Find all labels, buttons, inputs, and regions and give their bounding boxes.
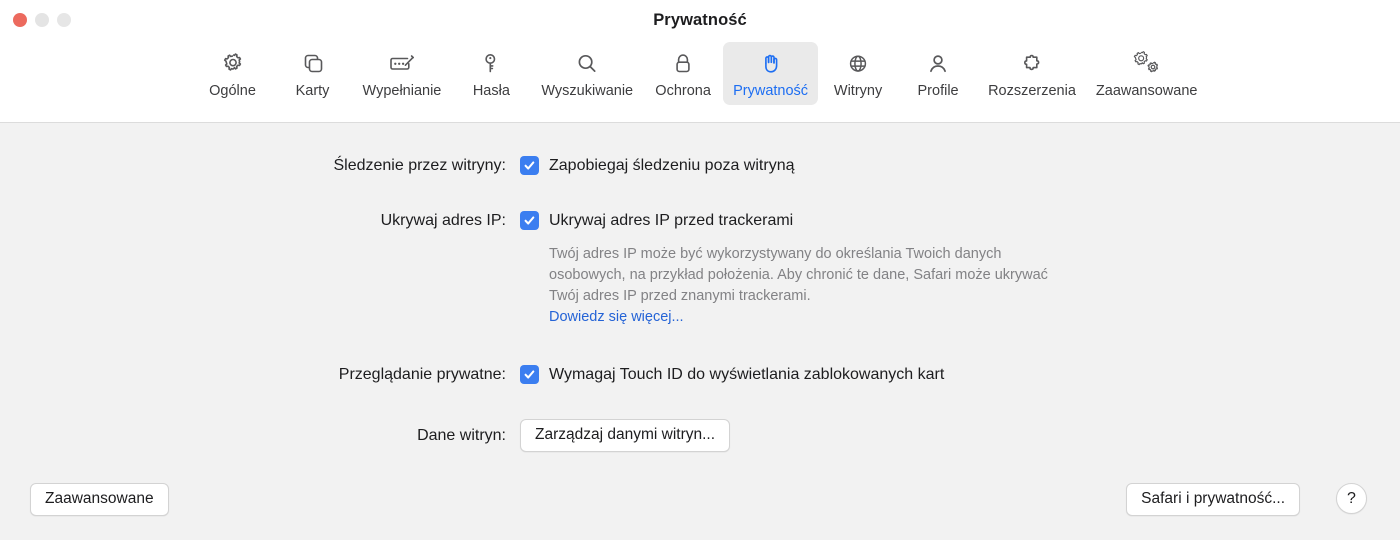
hide-ip-checkbox-label: Ukrywaj adres IP przed trackerami bbox=[549, 212, 794, 229]
setting-row-tracking: Śledzenie przez witryny: Zapobiegaj śled… bbox=[295, 156, 794, 176]
preferences-window: Prywatność Ogólne Karty Wypełnianie Hasł… bbox=[0, 0, 1400, 540]
hide-ip-label: Ukrywaj adres IP: bbox=[380, 212, 506, 229]
hand-icon bbox=[758, 48, 784, 80]
setting-row-private-browsing: Przeglądanie prywatne: Wymagaj Touch ID … bbox=[295, 365, 944, 385]
tab-witryny[interactable]: Witryny bbox=[818, 42, 898, 105]
tab-label: Karty bbox=[295, 83, 330, 99]
setting-row-hide-ip: Ukrywaj adres IP: Ukrywaj adres IP przed… bbox=[295, 211, 1069, 328]
tab-zaawansowane[interactable]: Zaawansowane bbox=[1086, 42, 1208, 105]
tracking-checkbox[interactable] bbox=[520, 156, 539, 175]
tab-label: Wypełnianie bbox=[362, 83, 442, 99]
privacy-settings-panel: Śledzenie przez witryny: Zapobiegaj śled… bbox=[0, 123, 1400, 540]
tab-label: Wyszukiwanie bbox=[541, 83, 634, 99]
preferences-toolbar: Ogólne Karty Wypełnianie Hasła Wyszukiwa… bbox=[0, 40, 1400, 123]
learn-more-link[interactable]: Dowiedz się więcej... bbox=[549, 307, 684, 328]
manage-site-data-button[interactable]: Zarządzaj danymi witryn... bbox=[520, 419, 731, 452]
tab-label: Prywatność bbox=[733, 83, 809, 99]
tab-label: Ochrona bbox=[655, 83, 711, 99]
key-icon bbox=[478, 48, 504, 80]
minimize-button[interactable] bbox=[35, 13, 49, 27]
hide-ip-description: Twój adres IP może być wykorzystywany do… bbox=[549, 246, 1048, 304]
tab-label: Zaawansowane bbox=[1095, 83, 1198, 99]
setting-row-site-data: Dane witryn: Zarządzaj danymi witryn... bbox=[295, 419, 731, 452]
tab-rozszerzenia[interactable]: Rozszerzenia bbox=[978, 42, 1086, 105]
tab-wyszukiwanie[interactable]: Wyszukiwanie bbox=[531, 42, 643, 105]
zoom-button[interactable] bbox=[57, 13, 71, 27]
puzzle-icon bbox=[1018, 48, 1046, 80]
traffic-lights bbox=[13, 13, 71, 27]
tab-label: Rozszerzenia bbox=[988, 83, 1076, 99]
tab-prywatnosc[interactable]: Prywatność bbox=[723, 42, 819, 105]
lock-icon bbox=[670, 48, 696, 80]
safari-privacy-button[interactable]: Safari i prywatność... bbox=[1126, 483, 1300, 516]
tab-profile[interactable]: Profile bbox=[898, 42, 978, 105]
tab-karty[interactable]: Karty bbox=[273, 42, 353, 105]
page-title: Prywatność bbox=[653, 10, 747, 29]
tracking-label: Śledzenie przez witryny: bbox=[333, 157, 506, 174]
tab-ochrona[interactable]: Ochrona bbox=[643, 42, 723, 105]
private-browsing-checkbox-label: Wymagaj Touch ID do wyświetlania zabloko… bbox=[549, 366, 945, 383]
person-icon bbox=[925, 48, 951, 80]
autofill-icon bbox=[387, 48, 417, 80]
tab-wypelnianie[interactable]: Wypełnianie bbox=[353, 42, 452, 105]
globe-icon bbox=[845, 48, 871, 80]
private-browsing-checkbox[interactable] bbox=[520, 365, 539, 384]
tabs-icon bbox=[300, 48, 326, 80]
tab-ogolne[interactable]: Ogólne bbox=[193, 42, 273, 105]
close-button[interactable] bbox=[13, 13, 27, 27]
gear-icon bbox=[220, 48, 246, 80]
private-browsing-label: Przeglądanie prywatne: bbox=[338, 366, 506, 383]
tracking-checkbox-label: Zapobiegaj śledzeniu poza witryną bbox=[549, 157, 795, 174]
tab-label: Hasła bbox=[472, 83, 510, 99]
double-gear-icon bbox=[1132, 48, 1162, 80]
tab-label: Ogólne bbox=[209, 83, 256, 99]
advanced-button[interactable]: Zaawansowane bbox=[30, 483, 169, 516]
title-bar: Prywatność bbox=[0, 0, 1400, 40]
tab-hasla[interactable]: Hasła bbox=[451, 42, 531, 105]
tab-label: Witryny bbox=[833, 83, 883, 99]
site-data-label: Dane witryn: bbox=[417, 426, 506, 444]
tab-label: Profile bbox=[917, 83, 959, 99]
hide-ip-checkbox[interactable] bbox=[520, 211, 539, 230]
search-icon bbox=[574, 48, 600, 80]
help-button[interactable]: ? bbox=[1336, 483, 1367, 514]
